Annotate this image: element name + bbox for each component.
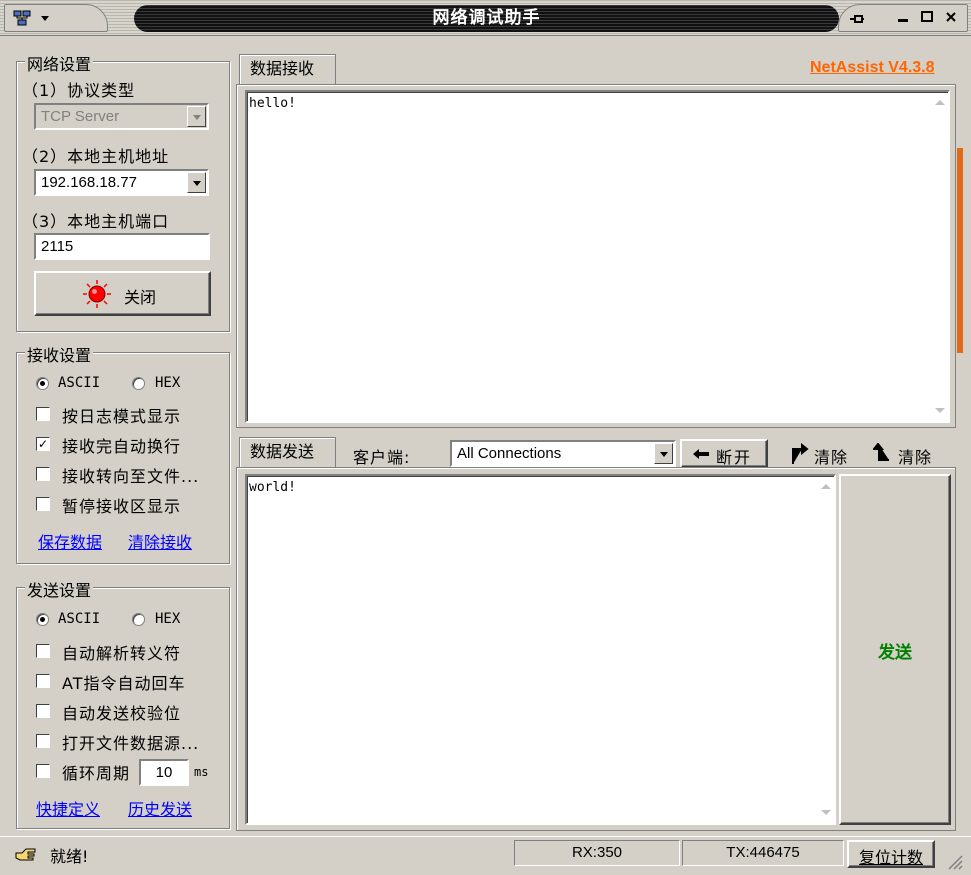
scroll-down-icon[interactable] bbox=[935, 408, 945, 413]
disconnect-button[interactable]: 断开 bbox=[680, 439, 768, 468]
pause-display-checkbox[interactable] bbox=[36, 497, 50, 511]
send-hex-label: HEX bbox=[155, 611, 181, 627]
receive-ascii-radio[interactable] bbox=[36, 377, 49, 390]
redirect-file-checkbox[interactable] bbox=[36, 467, 50, 481]
pause-display-label: 暂停接收区显示 bbox=[62, 497, 182, 516]
receive-hex-radio[interactable] bbox=[132, 377, 145, 390]
cycle-value: 10 bbox=[155, 764, 173, 781]
clear-button-1[interactable]: 清除 bbox=[814, 444, 848, 468]
send-button-label: 发送 bbox=[878, 643, 912, 663]
parse-escape-label: 自动解析转义符 bbox=[62, 644, 182, 663]
cycle-checkbox[interactable] bbox=[36, 764, 50, 778]
receive-scrollbar[interactable] bbox=[931, 92, 948, 421]
window-title: 网络调试助手 bbox=[134, 5, 839, 32]
receive-settings-title: 接收设置 bbox=[25, 342, 94, 366]
receive-textarea[interactable]: hello! bbox=[245, 90, 950, 423]
clear-receive-link[interactable]: 清除接收 bbox=[128, 529, 192, 553]
auto-newline-label: 接收完自动换行 bbox=[62, 437, 182, 456]
tx-counter: TX:446475 bbox=[682, 840, 844, 866]
close-button-label: 关闭 bbox=[124, 288, 157, 307]
log-mode-checkbox[interactable] bbox=[36, 407, 50, 421]
chevron-down-icon[interactable] bbox=[187, 172, 206, 193]
protocol-select[interactable]: TCP Server bbox=[34, 103, 209, 130]
send-settings-title: 发送设置 bbox=[25, 577, 94, 601]
pin-icon[interactable] bbox=[845, 9, 869, 29]
receive-hex-label: HEX bbox=[155, 375, 181, 391]
reset-count-label: 复位计数 bbox=[858, 848, 923, 867]
host-value: 192.168.18.77 bbox=[41, 174, 137, 191]
splitter-accent[interactable] bbox=[957, 148, 963, 353]
window-controls bbox=[838, 4, 968, 32]
scroll-up-icon[interactable] bbox=[821, 484, 831, 489]
reset-count-button[interactable]: 复位计数 bbox=[847, 840, 935, 868]
clear-button-2[interactable]: 清除 bbox=[898, 444, 932, 468]
send-button[interactable]: 发送 bbox=[839, 474, 951, 825]
protocol-label: （1）协议类型 bbox=[22, 81, 136, 100]
client-value: All Connections bbox=[457, 445, 562, 462]
file-source-label: 打开文件数据源... bbox=[62, 734, 200, 753]
title-bar: 网络调试助手 bbox=[0, 0, 971, 36]
at-autoenter-label: AT指令自动回车 bbox=[62, 674, 186, 693]
at-autoenter-checkbox[interactable] bbox=[36, 674, 50, 688]
redirect-file-label: 接收转向至文件... bbox=[62, 467, 200, 486]
disconnect-label: 断开 bbox=[716, 448, 753, 467]
cycle-label: 循环周期 bbox=[62, 764, 131, 783]
clear-down-icon[interactable] bbox=[873, 443, 893, 465]
send-scrollbar[interactable] bbox=[817, 476, 834, 823]
system-menu-button[interactable] bbox=[4, 4, 108, 32]
shortcut-define-link[interactable]: 快捷定义 bbox=[36, 796, 100, 820]
auto-checksum-checkbox[interactable] bbox=[36, 704, 50, 718]
host-label: （2）本地主机地址 bbox=[22, 147, 170, 166]
resize-grip-icon[interactable] bbox=[945, 852, 963, 870]
save-data-link[interactable]: 保存数据 bbox=[38, 529, 102, 553]
cycle-unit: ms bbox=[194, 765, 209, 779]
history-send-link[interactable]: 历史发送 bbox=[128, 796, 192, 820]
send-textarea[interactable]: world! bbox=[245, 474, 836, 825]
status-text: 就绪! bbox=[50, 847, 89, 866]
protocol-value: TCP Server bbox=[41, 108, 120, 125]
send-content: world! bbox=[249, 480, 296, 495]
chevron-down-icon[interactable] bbox=[187, 106, 206, 127]
clear-up-icon[interactable] bbox=[789, 443, 809, 465]
auto-checksum-label: 自动发送校验位 bbox=[62, 704, 182, 723]
port-input[interactable]: 2115 bbox=[34, 233, 210, 260]
rx-counter: RX:350 bbox=[514, 840, 680, 866]
scroll-down-icon[interactable] bbox=[821, 810, 831, 815]
receive-content: hello! bbox=[249, 96, 296, 111]
send-hex-radio[interactable] bbox=[132, 613, 145, 626]
network-app-icon bbox=[13, 10, 31, 26]
pointing-hand-icon bbox=[15, 848, 36, 861]
status-light-icon bbox=[83, 280, 111, 308]
client-select[interactable]: All Connections bbox=[450, 440, 676, 467]
close-connection-button[interactable]: 关闭 bbox=[34, 271, 211, 316]
cycle-input[interactable]: 10 bbox=[139, 759, 189, 786]
parse-escape-checkbox[interactable] bbox=[36, 644, 50, 658]
client-label: 客户端: bbox=[353, 448, 411, 467]
close-button[interactable] bbox=[939, 9, 963, 29]
arrow-left-icon bbox=[693, 449, 709, 459]
chevron-down-icon[interactable] bbox=[654, 443, 673, 464]
network-settings-title: 网络设置 bbox=[25, 51, 94, 75]
receive-ascii-label: ASCII bbox=[58, 375, 101, 391]
send-ascii-label: ASCII bbox=[58, 611, 101, 627]
port-label: （3）本地主机端口 bbox=[22, 212, 170, 231]
tab-send[interactable]: 数据发送 bbox=[239, 437, 336, 467]
scroll-up-icon[interactable] bbox=[935, 100, 945, 105]
host-select[interactable]: 192.168.18.77 bbox=[34, 169, 209, 196]
log-mode-label: 按日志模式显示 bbox=[62, 407, 182, 426]
tab-receive[interactable]: 数据接收 bbox=[239, 54, 336, 84]
brand-link[interactable]: NetAssist V4.3.8 bbox=[810, 59, 935, 77]
auto-newline-checkbox[interactable]: ✓ bbox=[36, 437, 50, 451]
chevron-down-icon bbox=[41, 16, 49, 21]
file-source-checkbox[interactable] bbox=[36, 734, 50, 748]
send-ascii-radio[interactable] bbox=[36, 613, 49, 626]
port-value: 2115 bbox=[41, 238, 74, 255]
minimize-button[interactable] bbox=[891, 9, 915, 29]
maximize-button[interactable] bbox=[915, 9, 939, 29]
